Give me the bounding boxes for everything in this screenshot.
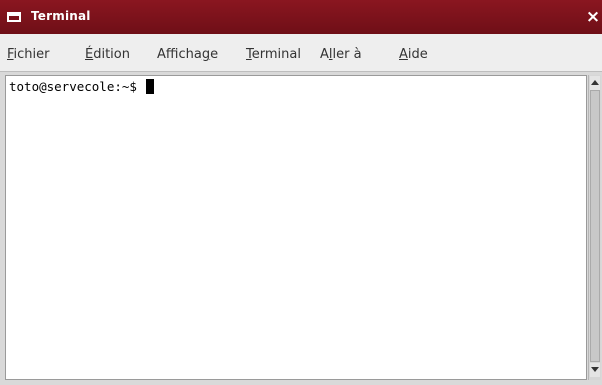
menu-label-rest: ide [407, 47, 428, 62]
title-bar[interactable]: Terminal × [0, 0, 602, 34]
menu-aller-a[interactable]: Aller à [320, 47, 362, 62]
arrow-down-icon [591, 367, 599, 372]
scroll-down-button[interactable] [590, 363, 600, 377]
terminal-window-icon[interactable] [7, 12, 21, 22]
menu-affichage[interactable]: Affichage [157, 47, 218, 62]
menu-label-rest: dition [93, 47, 130, 62]
menu-mnemonic: A [399, 47, 408, 62]
text-cursor [146, 79, 155, 94]
arrow-up-icon [591, 80, 599, 85]
menu-terminal[interactable]: Terminal [246, 47, 301, 62]
scroll-up-button[interactable] [590, 76, 600, 90]
window-title: Terminal [31, 9, 91, 23]
close-button[interactable]: × [584, 6, 602, 28]
menu-label-rest: ichier [13, 47, 50, 62]
menu-fichier[interactable]: Fichier [7, 47, 50, 62]
vertical-scrollbar[interactable] [588, 75, 601, 380]
scrollbar-thumb[interactable] [590, 90, 600, 362]
menu-label-rest: ler à [332, 47, 362, 62]
menu-label-rest: e [210, 47, 219, 62]
menu-bar: Fichier Édition Affichage Terminal Aller… [0, 34, 602, 72]
shell-prompt: toto@servecole:~$ [9, 79, 145, 94]
menu-label-rest: erminal [251, 47, 301, 62]
terminal-area[interactable]: toto@servecole:~$ [5, 75, 587, 380]
menu-label-prefix: A [320, 47, 329, 62]
menu-label-prefix: Afficha [157, 47, 202, 62]
menu-aide[interactable]: Aide [399, 47, 428, 62]
terminal-line: toto@servecole:~$ [9, 79, 155, 94]
menu-edition[interactable]: Édition [85, 47, 130, 62]
menu-mnemonic: g [201, 47, 211, 62]
menu-mnemonic: É [85, 47, 94, 62]
